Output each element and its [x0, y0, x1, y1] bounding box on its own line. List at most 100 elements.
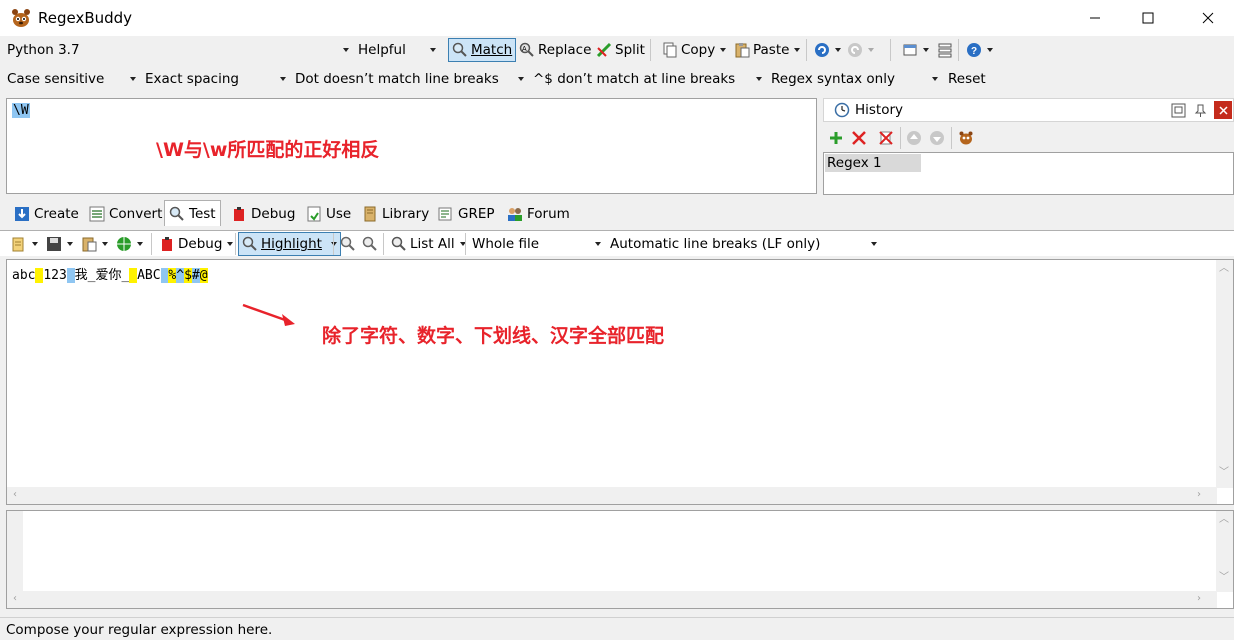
redo-button[interactable]: [843, 38, 878, 62]
flavor-dropdown[interactable]: Python 3.7: [4, 38, 354, 62]
subject-text-segment: 我_爱你_: [74, 268, 130, 283]
scroll-left-icon[interactable]: ‹: [13, 594, 17, 604]
test-annotation: 除了字符、数字、下划线、汉字全部匹配: [322, 325, 665, 347]
replace-button[interactable]: A Replace: [515, 38, 595, 62]
case-dropdown[interactable]: Case sensitive: [4, 67, 141, 91]
annotation-arrow-icon: [242, 303, 295, 326]
line-breaks-dropdown[interactable]: Automatic line breaks (LF only): [607, 232, 882, 256]
highlight-button[interactable]: Highlight: [238, 232, 341, 256]
horizontal-scrollbar[interactable]: ‹ ›: [7, 487, 1217, 504]
tab-grep[interactable]: GREP: [434, 202, 499, 226]
dropdown-arrow-icon: [280, 77, 286, 81]
minimize-button[interactable]: [1072, 0, 1118, 36]
tab-label: Convert: [109, 206, 163, 222]
split-button[interactable]: Split: [592, 38, 649, 62]
maximize-button[interactable]: [1125, 0, 1171, 36]
magnifier-icon: [391, 236, 406, 251]
layout-button[interactable]: [898, 38, 933, 62]
tab-label: GREP: [458, 206, 495, 222]
dropdown-arrow-icon: [343, 48, 349, 52]
debug-icon: [162, 237, 172, 251]
scroll-right-icon[interactable]: ›: [1197, 594, 1201, 604]
previous-match-button[interactable]: [336, 232, 360, 256]
add-icon[interactable]: [828, 130, 844, 146]
move-down-icon[interactable]: [929, 130, 945, 146]
regexbuddy-logo-icon: [12, 9, 30, 27]
tab-forum[interactable]: Forum: [503, 202, 574, 226]
buddy-icon[interactable]: [958, 130, 974, 146]
results-vertical-scrollbar[interactable]: ︿ ﹀: [1216, 511, 1233, 592]
paste-button[interactable]: Paste: [730, 38, 804, 62]
main-toolbar: Python 3.7 Helpful Match A Replace Split…: [0, 37, 1234, 63]
tab-use[interactable]: Use: [302, 202, 355, 226]
scroll-down-icon[interactable]: ﹀: [1219, 573, 1229, 583]
history-toolbar: [824, 126, 1234, 150]
subject-text-segment: ABC: [137, 268, 161, 283]
spacing-dropdown[interactable]: Exact spacing: [142, 67, 291, 91]
highlight-label: Highlight: [261, 236, 322, 252]
tab-create[interactable]: Create: [10, 202, 83, 226]
pin-icon[interactable]: [1193, 103, 1208, 118]
undo-button[interactable]: [810, 38, 845, 62]
scroll-left-icon[interactable]: ‹: [13, 490, 17, 500]
convert-icon: [89, 206, 105, 222]
open-button[interactable]: [7, 232, 42, 256]
paste-icon: [82, 237, 97, 252]
scroll-down-icon[interactable]: ﹀: [1219, 468, 1229, 478]
delete-all-icon[interactable]: [878, 130, 894, 146]
copy-label: Copy: [681, 42, 716, 58]
dropdown-arrow-icon: [932, 77, 938, 81]
float-panel-icon[interactable]: [1171, 103, 1186, 118]
close-button[interactable]: [1185, 0, 1231, 36]
list-all-button[interactable]: List All: [387, 232, 470, 256]
helpful-dropdown[interactable]: Helpful: [355, 38, 441, 62]
save-button[interactable]: [42, 232, 77, 256]
scroll-up-icon[interactable]: ︿: [1219, 264, 1229, 274]
next-match-button[interactable]: [358, 232, 382, 256]
test-debug-button[interactable]: Debug: [155, 232, 237, 256]
anchors-dropdown[interactable]: ^$ don’t match at line breaks: [530, 67, 767, 91]
layout-icon: [903, 44, 917, 56]
results-horizontal-scrollbar[interactable]: ‹ ›: [7, 591, 1217, 608]
helpful-value: Helpful: [358, 42, 406, 58]
help-button[interactable]: ?: [962, 38, 997, 62]
copy-button[interactable]: Copy: [658, 38, 730, 62]
dropdown-arrow-icon: [130, 77, 136, 81]
test-subject-editor[interactable]: abc 123 我_爱你_ ABC %^$#@ 除了字符、数字、下划线、汉字全部…: [6, 259, 1234, 505]
dropdown-arrow-icon: [137, 242, 143, 246]
web-button[interactable]: [112, 232, 147, 256]
dropdown-arrow-icon: [835, 48, 841, 52]
dropdown-arrow-icon: [518, 77, 524, 81]
move-up-icon[interactable]: [906, 130, 922, 146]
tab-convert[interactable]: Convert: [85, 202, 166, 226]
reset-button[interactable]: Reset: [944, 67, 990, 91]
dropdown-arrow-icon: [720, 48, 727, 52]
tab-library[interactable]: Library: [358, 202, 433, 226]
match-button[interactable]: Match: [448, 38, 517, 62]
delete-icon[interactable]: [851, 130, 867, 146]
history-item[interactable]: Regex 1: [825, 154, 921, 172]
magnifier-icon: [452, 42, 467, 57]
debug-label: Debug: [178, 236, 223, 252]
zoom-next-icon: [362, 236, 377, 251]
tab-debug[interactable]: Debug: [227, 202, 299, 226]
scroll-up-icon[interactable]: ︿: [1219, 515, 1229, 525]
scope-dropdown[interactable]: Whole file: [469, 232, 606, 256]
toolbar-separator: [235, 233, 236, 255]
regex-editor[interactable]: \W \W与\w所匹配的正好相反: [6, 98, 817, 194]
tab-test[interactable]: Test: [164, 200, 221, 226]
toolbar-separator: [151, 233, 152, 255]
scroll-right-icon[interactable]: ›: [1197, 490, 1201, 500]
case-value: Case sensitive: [7, 71, 105, 87]
history-clock-icon: [834, 102, 850, 118]
paste-label: Paste: [753, 42, 790, 58]
dot-dropdown[interactable]: Dot doesn’t match line breaks: [292, 67, 529, 91]
syntax-dropdown[interactable]: Regex syntax only: [768, 67, 943, 91]
grep-icon: [438, 207, 452, 221]
close-panel-button[interactable]: [1214, 101, 1232, 119]
test-paste-button[interactable]: [77, 232, 112, 256]
vertical-scrollbar[interactable]: ︿ ﹀: [1216, 260, 1233, 488]
match-highlight: ^: [176, 268, 185, 283]
panels-button[interactable]: [933, 38, 957, 62]
magnifier-icon: [169, 206, 184, 221]
